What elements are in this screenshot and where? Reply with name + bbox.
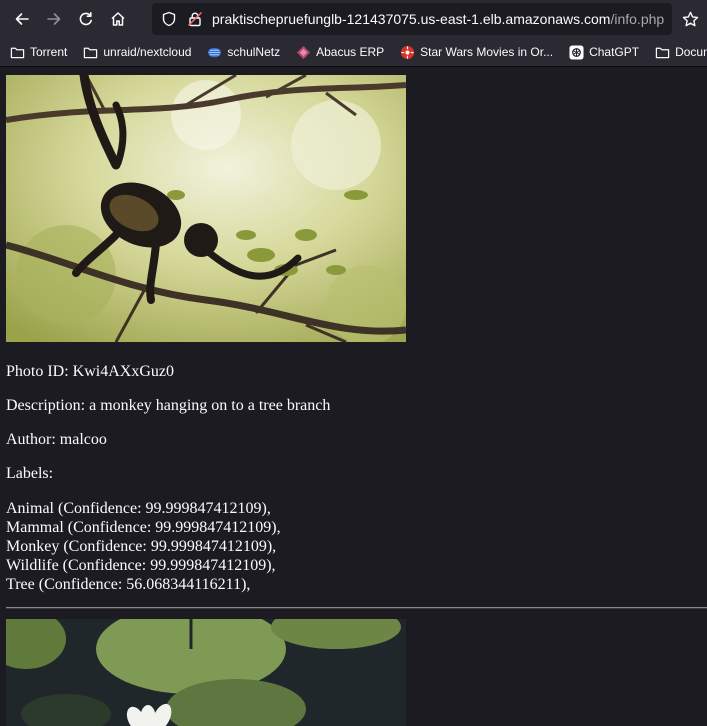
- bookmark-label: Star Wars Movies in Or...: [420, 45, 554, 59]
- browser-toolbar: praktischepruefunglb-121437075.us-east-1…: [0, 0, 707, 38]
- bookmark-unraid-nextcloud[interactable]: unraid/nextcloud: [73, 40, 197, 64]
- url-path: /info.php: [610, 11, 665, 27]
- bookmark-torrent[interactable]: Torrent: [0, 40, 73, 64]
- photo-id: Photo ID: Kwi4AXxGuz0: [6, 363, 174, 380]
- bookmark-documentde[interactable]: DocumentDe: [645, 40, 707, 64]
- label-item: Animal (Confidence: 99.999847412109),: [6, 500, 271, 517]
- tracking-protection-shield-icon[interactable]: [161, 11, 177, 27]
- labels-list: Animal (Confidence: 99.999847412109), Ma…: [6, 499, 281, 594]
- bookmark-star-wars-movies[interactable]: Star Wars Movies in Or...: [390, 40, 559, 64]
- lily-pad-photo: [6, 619, 406, 726]
- star-icon: [682, 11, 698, 26]
- home-icon: [111, 12, 125, 26]
- labels-heading: Labels:: [6, 465, 54, 482]
- reload-button[interactable]: [70, 3, 102, 35]
- star-wars-icon: [401, 45, 415, 59]
- bookmark-label: DocumentDe: [675, 45, 707, 59]
- bookmark-abacus-erp[interactable]: Abacus ERP: [286, 40, 390, 64]
- horizontal-rule: [6, 607, 707, 609]
- folder-icon: [84, 47, 98, 58]
- label-item: Tree (Confidence: 56.068344116211),: [6, 576, 251, 593]
- label-item: Mammal (Confidence: 99.999847412109),: [6, 519, 281, 536]
- folder-icon: [655, 47, 670, 58]
- schulnetz-icon: [208, 47, 222, 57]
- folder-icon: [10, 47, 25, 58]
- bookmark-label: ChatGPT: [589, 45, 640, 59]
- label-item: Monkey (Confidence: 99.999847412109),: [6, 538, 277, 555]
- abacus-icon: [297, 45, 311, 59]
- bookmark-label: schulNetz: [227, 45, 281, 59]
- bookmark-label: Abacus ERP: [316, 45, 385, 59]
- bookmark-schulnetz[interactable]: schulNetz: [197, 40, 286, 64]
- monkey-photo: [6, 75, 406, 342]
- bookmarks-toolbar: Torrent unraid/nextcloud schulNetz Abacu…: [0, 38, 707, 67]
- reload-icon: [79, 12, 92, 26]
- forward-arrow-icon: [47, 13, 61, 25]
- url-text: praktischepruefunglb-121437075.us-east-1…: [212, 11, 664, 27]
- label-item: Wildlife (Confidence: 99.999847412109),: [6, 557, 276, 574]
- bookmark-label: unraid/nextcloud: [103, 45, 192, 59]
- page-content: Photo ID: Kwi4AXxGuz0 Description: a mon…: [0, 67, 707, 726]
- address-bar[interactable]: praktischepruefunglb-121437075.us-east-1…: [152, 3, 672, 35]
- back-arrow-icon: [15, 13, 29, 25]
- bookmark-star-button[interactable]: [676, 3, 704, 35]
- photo-author: Author: malcoo: [6, 431, 107, 448]
- chatgpt-icon: [569, 44, 584, 60]
- bookmark-chatgpt[interactable]: ChatGPT: [559, 40, 645, 64]
- url-host: praktischepruefunglb-121437075.us-east-1…: [212, 11, 611, 27]
- home-button[interactable]: [102, 3, 134, 35]
- back-button[interactable]: [6, 3, 38, 35]
- insecure-connection-lock-icon[interactable]: [187, 11, 203, 27]
- bookmark-label: Torrent: [30, 45, 68, 59]
- photo-description: Description: a monkey hanging on to a tr…: [6, 397, 331, 414]
- forward-button[interactable]: [38, 3, 70, 35]
